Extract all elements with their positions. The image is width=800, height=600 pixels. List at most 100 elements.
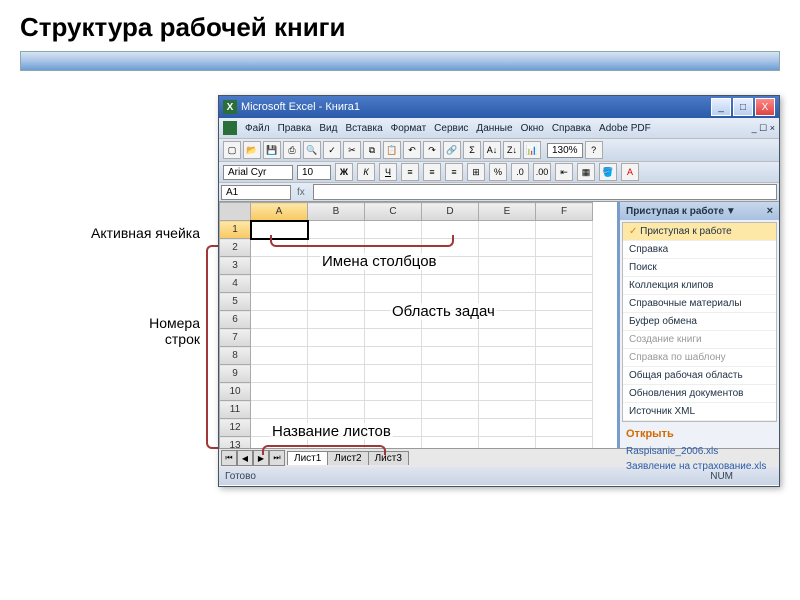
decimal-inc-icon[interactable]: .0 [511, 163, 529, 181]
bold-icon[interactable]: Ж [335, 163, 353, 181]
tp-item: Создание книги [623, 331, 776, 349]
spell-icon[interactable]: ✓ [323, 141, 341, 159]
col-header-c[interactable]: C [365, 203, 422, 221]
tp-item[interactable]: Коллекция клипов [623, 277, 776, 295]
copy-icon[interactable]: ⧉ [363, 141, 381, 159]
slide-title: Структура рабочей книги [20, 12, 780, 43]
row-header[interactable]: 5 [220, 293, 251, 311]
menu-adobe[interactable]: Adobe PDF [599, 123, 651, 134]
recent-file-link[interactable]: Заявление на страхование.xls [626, 461, 773, 472]
row-header[interactable]: 11 [220, 401, 251, 419]
align-center-icon[interactable]: ≡ [423, 163, 441, 181]
align-right-icon[interactable]: ≡ [445, 163, 463, 181]
menu-file[interactable]: Файл [245, 123, 270, 134]
row-header[interactable]: 8 [220, 347, 251, 365]
close-button[interactable]: X [755, 98, 775, 116]
help-icon[interactable]: ? [585, 141, 603, 159]
align-left-icon[interactable]: ≡ [401, 163, 419, 181]
tp-item[interactable]: Общая рабочая область [623, 367, 776, 385]
row-header[interactable]: 12 [220, 419, 251, 437]
row-header[interactable]: 7 [220, 329, 251, 347]
zoom-box[interactable]: 130% [547, 143, 583, 158]
tp-item[interactable]: ✓ Приступая к работе [623, 223, 776, 241]
undo-icon[interactable]: ↶ [403, 141, 421, 159]
fill-color-icon[interactable]: 🪣 [599, 163, 617, 181]
col-header-b[interactable]: B [308, 203, 365, 221]
label-sheet-names: Название листов [270, 423, 393, 440]
label-active-cell: Активная ячейка [20, 225, 200, 241]
select-all-corner[interactable] [220, 203, 251, 221]
col-header-d[interactable]: D [422, 203, 479, 221]
task-pane-close-icon[interactable]: × [767, 205, 773, 217]
col-header-a[interactable]: A [251, 203, 308, 221]
row-header[interactable]: 1 [220, 221, 251, 239]
col-header-f[interactable]: F [536, 203, 593, 221]
name-box[interactable]: A1 [221, 185, 291, 200]
italic-icon[interactable]: К [357, 163, 375, 181]
col-header-e[interactable]: E [479, 203, 536, 221]
toolbar-formatting: Arial Cyr 10 Ж К Ч ≡ ≡ ≡ ⊞ % .0 .00 ⇤ ▦ … [219, 162, 779, 183]
row-header[interactable]: 10 [220, 383, 251, 401]
font-name[interactable]: Arial Cyr [223, 165, 293, 180]
row-header[interactable]: 2 [220, 239, 251, 257]
menu-format[interactable]: Формат [391, 123, 427, 134]
menubar: Файл Правка Вид Вставка Формат Сервис Да… [219, 118, 779, 139]
label-column-names: Имена столбцов [320, 253, 439, 270]
borders-icon[interactable]: ▦ [577, 163, 595, 181]
merge-icon[interactable]: ⊞ [467, 163, 485, 181]
redo-icon[interactable]: ↷ [423, 141, 441, 159]
row-header[interactable]: 9 [220, 365, 251, 383]
fx-icon[interactable]: fx [297, 187, 305, 198]
preview-icon[interactable]: 🔍 [303, 141, 321, 159]
underline-icon[interactable]: Ч [379, 163, 397, 181]
tp-item[interactable]: Справка [623, 241, 776, 259]
decorative-bar [20, 51, 780, 71]
sum-icon[interactable]: Σ [463, 141, 481, 159]
new-icon[interactable]: ▢ [223, 141, 241, 159]
tp-item[interactable]: Источник XML [623, 403, 776, 421]
menu-window[interactable]: Окно [521, 123, 544, 134]
font-color-icon[interactable]: A [621, 163, 639, 181]
status-text: Готово [225, 471, 256, 482]
tab-nav-first-icon[interactable]: ⏮ [221, 450, 237, 466]
label-row-numbers: Номерастрок [20, 315, 200, 347]
menu-insert[interactable]: Вставка [345, 123, 382, 134]
link-icon[interactable]: 🔗 [443, 141, 461, 159]
decimal-dec-icon[interactable]: .00 [533, 163, 551, 181]
menu-help[interactable]: Справка [552, 123, 591, 134]
chart-icon[interactable]: 📊 [523, 141, 541, 159]
tp-item[interactable]: Поиск [623, 259, 776, 277]
tab-nav-prev-icon[interactable]: ◀ [237, 450, 253, 466]
menu-data[interactable]: Данные [476, 123, 512, 134]
save-icon[interactable]: 💾 [263, 141, 281, 159]
row-header[interactable]: 13 [220, 437, 251, 449]
minimize-button[interactable]: _ [711, 98, 731, 116]
row-header[interactable]: 3 [220, 257, 251, 275]
tp-item[interactable]: Буфер обмена [623, 313, 776, 331]
maximize-button[interactable]: □ [733, 98, 753, 116]
label-task-area: Область задач [390, 303, 497, 320]
print-icon[interactable]: ⎙ [283, 141, 301, 159]
tp-item: Справка по шаблону [623, 349, 776, 367]
sort-za-icon[interactable]: Z↓ [503, 141, 521, 159]
indent-icon[interactable]: ⇤ [555, 163, 573, 181]
row-header[interactable]: 6 [220, 311, 251, 329]
cut-icon[interactable]: ✂ [343, 141, 361, 159]
tp-item[interactable]: Справочные материалы [623, 295, 776, 313]
open-icon[interactable]: 📂 [243, 141, 261, 159]
row-header[interactable]: 4 [220, 275, 251, 293]
menu-view[interactable]: Вид [319, 123, 337, 134]
tp-item[interactable]: Обновления документов [623, 385, 776, 403]
doc-icon [223, 121, 237, 135]
font-size[interactable]: 10 [297, 165, 331, 180]
recent-file-link[interactable]: Raspisanie_2006.xls [626, 446, 773, 457]
menu-tools[interactable]: Сервис [434, 123, 468, 134]
brace-rows [206, 245, 218, 449]
paste-icon[interactable]: 📋 [383, 141, 401, 159]
brace-columns [270, 235, 454, 247]
task-pane-header[interactable]: Приступая к работе▼× [620, 202, 779, 220]
currency-icon[interactable]: % [489, 163, 507, 181]
sort-az-icon[interactable]: A↓ [483, 141, 501, 159]
menu-edit[interactable]: Правка [278, 123, 312, 134]
formula-bar[interactable] [313, 184, 777, 200]
